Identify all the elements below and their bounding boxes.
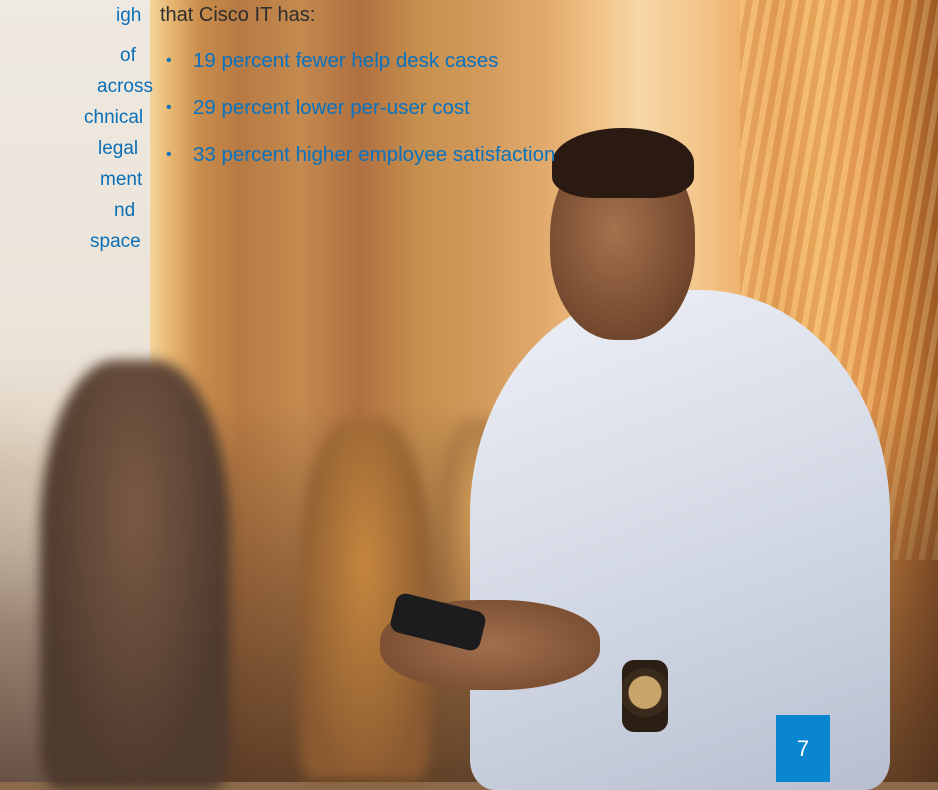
blurred-person-left [40, 360, 230, 790]
list-item: • 33 percent higher employee satisfactio… [160, 138, 555, 185]
bullet-icon: • [166, 99, 172, 116]
left-line: across [97, 71, 153, 102]
left-line: space [90, 226, 141, 257]
list-item-text: 33 percent higher employee satisfaction [193, 143, 556, 166]
left-line: legal [98, 133, 138, 164]
list-item-text: 29 percent lower per-user cost [193, 96, 470, 119]
wristwatch-icon [622, 660, 668, 732]
left-line: chnical [84, 102, 143, 133]
stats-bullet-list: • 19 percent fewer help desk cases • 29 … [160, 44, 555, 185]
bullet-icon: • [166, 146, 172, 163]
list-item: • 19 percent fewer help desk cases [160, 44, 555, 91]
page-number: 7 [796, 735, 810, 761]
page-number-badge: 7 [776, 715, 830, 782]
left-line: ment [100, 164, 142, 195]
man-hair [552, 128, 694, 198]
bullet-icon: • [166, 52, 172, 69]
left-text-column: igh of across chnical legal ment nd spac… [0, 0, 153, 257]
intro-text: that Cisco IT has: [160, 4, 316, 26]
list-item: • 29 percent lower per-user cost [160, 91, 555, 138]
list-item-text: 19 percent fewer help desk cases [193, 49, 499, 72]
